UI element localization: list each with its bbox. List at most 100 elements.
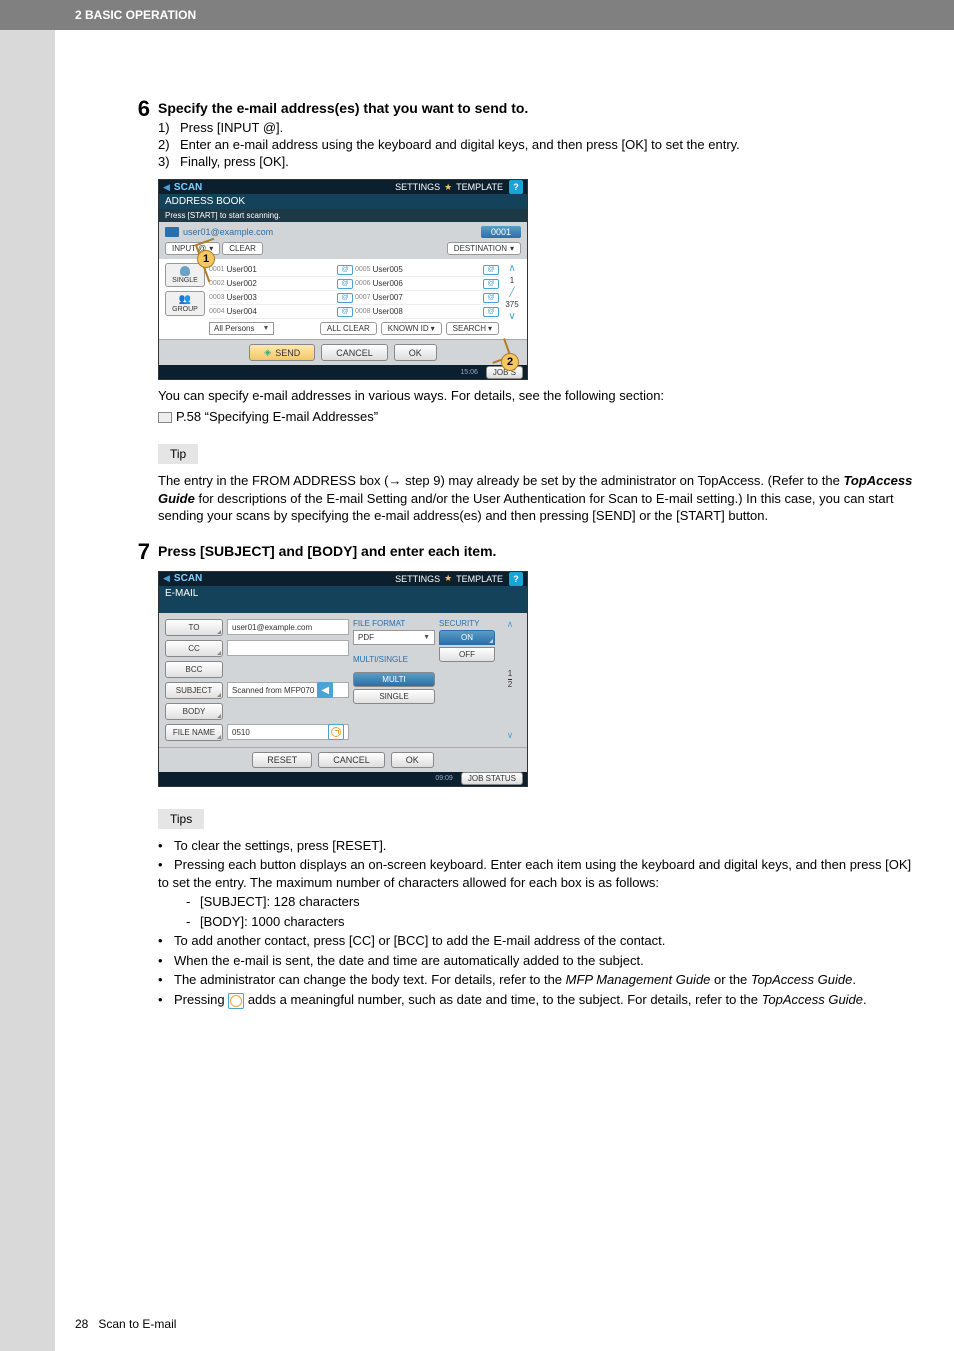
file-format-dropdown[interactable]: PDF (353, 630, 435, 645)
timestamp: 15:06 (460, 369, 478, 376)
to-button[interactable]: TO (165, 619, 223, 636)
search-button[interactable]: SEARCH▾ (446, 322, 499, 335)
single-mode-button[interactable]: SINGLE (165, 263, 205, 287)
table-row: 0002User002 @ 0006User006 @ (209, 277, 499, 291)
job-status-button[interactable]: JOB STATUS (461, 772, 523, 785)
filename-field[interactable]: 0510 (227, 724, 349, 740)
subject-field[interactable]: Scanned from MFP070 ◀ (227, 682, 349, 698)
scroll-down-icon[interactable]: ∨ (507, 730, 514, 741)
clock-button[interactable] (328, 724, 344, 740)
reset-button[interactable]: RESET (252, 752, 312, 768)
footer-section: Scan to E-mail (98, 1317, 176, 1331)
scroll-up-icon[interactable]: ∧ (508, 263, 515, 274)
filename-button[interactable]: FILE NAME (165, 724, 223, 741)
mail-chip-icon[interactable]: @ (337, 307, 353, 317)
template-tab[interactable]: TEMPLATE (452, 182, 507, 192)
mail-chip-icon[interactable]: @ (337, 293, 353, 303)
to-field[interactable]: user01@example.com (227, 619, 349, 635)
back-icon[interactable]: ◀ (163, 573, 170, 584)
tip-item: Pressing adds a meaningful number, such … (158, 991, 924, 1009)
clear-button[interactable]: CLEAR (222, 242, 263, 255)
header-band: 2 BASIC OPERATION (0, 0, 954, 30)
scroll-up-icon[interactable]: ∧ (507, 619, 514, 630)
callout-2: 2 (501, 353, 519, 371)
help-icon[interactable]: ? (509, 572, 523, 586)
shot1-subtitle: ADDRESS BOOK (159, 194, 527, 209)
mail-chip-icon[interactable]: @ (483, 265, 499, 275)
mail-chip-icon[interactable]: @ (337, 265, 353, 275)
settings-tab[interactable]: SETTINGS (391, 574, 444, 584)
template-tab[interactable]: TEMPLATE (452, 574, 507, 584)
scroll-down-icon[interactable]: ∨ (508, 311, 515, 322)
substep-3-text: Finally, press [OK]. (180, 154, 289, 169)
subject-button[interactable]: SUBJECT (165, 682, 223, 699)
tip-subitem: [BODY]: 1000 characters (186, 913, 924, 931)
step-7: 7 Press [SUBJECT] and [BODY] and enter e… (120, 543, 924, 563)
table-row: 0004User004 @ 0008User008 @ (209, 305, 499, 319)
substep-1-text: Press [INPUT @]. (180, 120, 283, 135)
page-number: 28 (75, 1317, 88, 1331)
step-7-title: Press [SUBJECT] and [BODY] and enter eac… (158, 543, 924, 559)
settings-tab[interactable]: SETTINGS (391, 182, 444, 192)
step-7-number: 7 (120, 541, 150, 563)
shot2-subtitle: E-MAIL (159, 586, 527, 601)
mail-chip-icon[interactable]: @ (483, 307, 499, 317)
table-row: 0003User003 @ 0007User007 @ (209, 291, 499, 305)
left-margin-band (0, 30, 55, 1351)
body-button[interactable]: BODY (165, 703, 223, 720)
cancel-button[interactable]: CANCEL (321, 344, 388, 361)
step-6-after-text: You can specify e-mail addresses in vari… (158, 388, 924, 403)
filter-dropdown[interactable]: All Persons (209, 322, 274, 335)
step-6-title: Specify the e-mail address(es) that you … (158, 100, 924, 116)
tip-item: The administrator can change the body te… (158, 971, 924, 989)
group-icon: 👥 (179, 294, 191, 305)
mail-chip-icon[interactable]: @ (483, 279, 499, 289)
mail-chip-icon[interactable]: @ (337, 279, 353, 289)
group-mode-button[interactable]: 👥 GROUP (165, 291, 205, 316)
clock-icon (228, 993, 244, 1009)
tip-label: Tip (158, 444, 198, 464)
shot1-topbar: ◀ SCAN SETTINGS ★ TEMPLATE ? (159, 180, 527, 194)
cc-button[interactable]: CC (165, 640, 223, 657)
template-star-icon: ★ (444, 182, 452, 193)
cc-field[interactable] (227, 640, 349, 656)
file-format-label: FILE FORMAT (353, 619, 435, 628)
all-clear-button[interactable]: ALL CLEAR (320, 322, 377, 335)
multi-button[interactable]: MULTI (353, 672, 435, 687)
send-button[interactable]: ◈SEND (249, 344, 315, 361)
back-icon[interactable]: ◀ (163, 182, 170, 193)
ok-button[interactable]: OK (394, 344, 437, 361)
known-id-button[interactable]: KNOWN ID▾ (381, 322, 442, 335)
address-value: user01@example.com (183, 227, 477, 237)
substep-2-text: Enter an e-mail address using the keyboa… (180, 137, 740, 152)
step-6-number: 6 (120, 98, 150, 171)
mail-chip-icon[interactable]: @ (483, 293, 499, 303)
reference-link: P.58 “Specifying E-mail Addresses” (158, 409, 924, 424)
page-indicator: 1 2 (508, 670, 512, 689)
page-footer: 28 Scan to E-mail (75, 1317, 176, 1331)
substep-1-num: 1) (158, 120, 180, 135)
cancel-button[interactable]: CANCEL (318, 752, 385, 768)
tip-item: To clear the settings, press [RESET]. (158, 837, 924, 855)
book-icon (158, 412, 172, 423)
mail-icon (165, 227, 179, 237)
callout-1: 1 (197, 250, 215, 268)
template-star-icon: ★ (444, 573, 452, 584)
arrow-left-icon[interactable]: ◀ (317, 682, 333, 698)
ok-button[interactable]: OK (391, 752, 434, 768)
timestamp: 09:09 (435, 775, 453, 782)
shot1-note: Press [START] to start scanning. (159, 209, 527, 222)
security-on-button[interactable]: ON (439, 630, 495, 645)
security-off-button[interactable]: OFF (439, 647, 495, 662)
tips-list: To clear the settings, press [RESET]. Pr… (158, 837, 924, 1009)
tips-label: Tips (158, 809, 204, 829)
table-row: 0001User001 @ 0005User005 @ (209, 263, 499, 277)
substep-2-num: 2) (158, 137, 180, 152)
single-button[interactable]: SINGLE (353, 689, 435, 704)
help-icon[interactable]: ? (509, 180, 523, 194)
tip-item: When the e-mail is sent, the date and ti… (158, 952, 924, 970)
destination-button[interactable]: DESTINATION▾ (447, 242, 521, 255)
bcc-button[interactable]: BCC (165, 661, 223, 678)
person-icon (180, 266, 190, 276)
header-section-title: 2 BASIC OPERATION (75, 8, 196, 22)
